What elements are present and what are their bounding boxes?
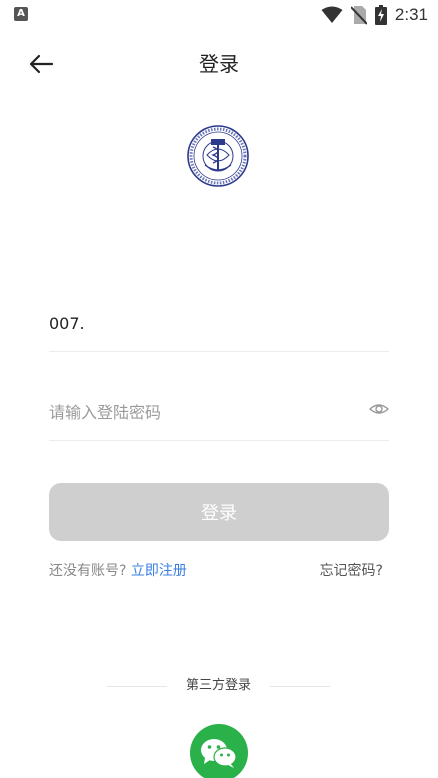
status-bar: A 2:31: [0, 0, 438, 30]
organization-seal-logo: [187, 125, 249, 187]
account-field[interactable]: [49, 296, 389, 352]
register-link[interactable]: 立即注册: [131, 563, 187, 579]
forgot-password-link[interactable]: 忘记密码?: [320, 560, 383, 580]
register-prompt: 还没有账号? 立即注册: [49, 560, 187, 580]
password-input[interactable]: [49, 385, 349, 439]
app-notification-icon: A: [14, 7, 28, 21]
third-party-divider: 第三方登录: [107, 676, 330, 696]
wifi-icon: [321, 6, 343, 23]
login-button[interactable]: 登录: [49, 483, 389, 541]
divider-line-right: [270, 686, 330, 687]
wechat-login-button[interactable]: [190, 724, 248, 778]
wechat-icon: [201, 739, 237, 768]
password-field[interactable]: [49, 385, 389, 441]
clock: 2:31: [394, 5, 428, 24]
no-account-text: 还没有账号?: [49, 563, 127, 579]
account-input[interactable]: [49, 296, 349, 350]
auth-links: 还没有账号? 立即注册 忘记密码?: [49, 560, 389, 582]
no-sim-icon: [350, 6, 367, 25]
eye-icon[interactable]: [369, 399, 389, 419]
page-title: 登录: [199, 52, 239, 76]
battery-charging-icon: [374, 5, 387, 25]
status-icons: 2:31: [321, 4, 428, 26]
